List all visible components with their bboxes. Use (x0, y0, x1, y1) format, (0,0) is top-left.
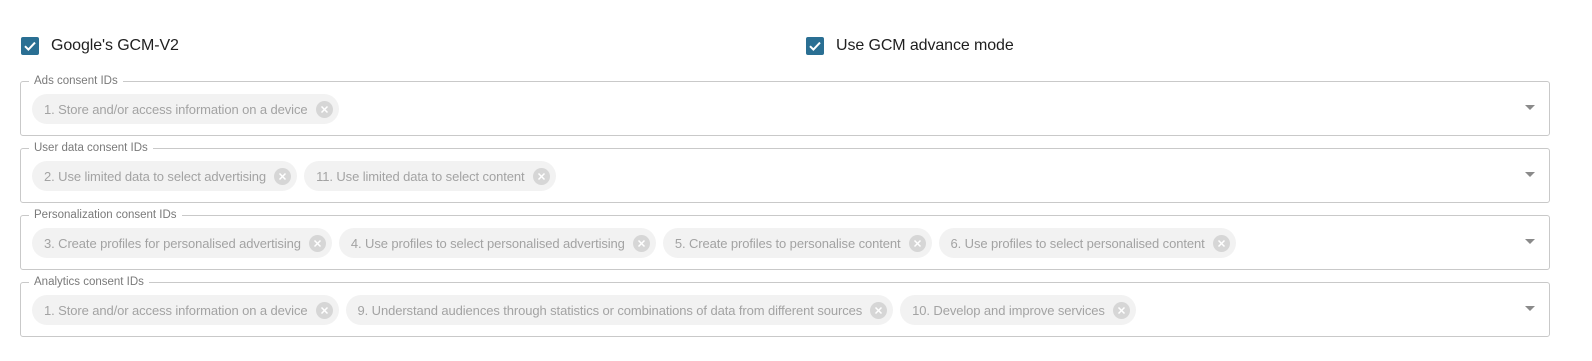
consent-chip-label: 9. Understand audiences through statisti… (357, 302, 863, 318)
ads-consent-chips: 1. Store and/or access information on a … (32, 94, 339, 124)
check-icon[interactable] (806, 37, 824, 55)
user-data-consent-chips: 2. Use limited data to select advertisin… (32, 161, 556, 191)
consent-chip-label: 1. Store and/or access information on a … (44, 101, 308, 117)
user-data-consent-legend: User data consent IDs (29, 141, 153, 155)
personalization-consent-chips: 3. Create profiles for personalised adve… (32, 228, 1236, 258)
consent-chip-label: 4. Use profiles to select personalised a… (350, 235, 625, 251)
consent-chip: 1. Store and/or access information on a … (32, 94, 339, 124)
gcm-options-row: Google's GCM-V2 Use GCM advance mode (21, 36, 1581, 56)
consent-chip: 3. Create profiles for personalised adve… (32, 228, 332, 258)
consent-chip-label: 2. Use limited data to select advertisin… (44, 168, 267, 184)
analytics-consent-chips: 1. Store and/or access information on a … (32, 295, 1136, 325)
chevron-down-icon[interactable] (1525, 306, 1535, 311)
chevron-down-icon[interactable] (1525, 239, 1535, 244)
consent-chip-label: 10. Develop and improve services (912, 302, 1105, 318)
gcm-v2-label: Google's GCM-V2 (51, 37, 179, 54)
gcm-advance-mode-checkbox[interactable]: Use GCM advance mode (806, 36, 1014, 56)
close-circle-icon[interactable] (274, 167, 292, 185)
consent-chip: 6. Use profiles to select personalised c… (938, 228, 1236, 258)
close-circle-icon[interactable] (1112, 301, 1130, 319)
consent-chip: 5. Create profiles to personalise conten… (662, 228, 932, 258)
analytics-consent-legend: Analytics consent IDs (29, 275, 149, 289)
consent-chip-label: 5. Create profiles to personalise conten… (674, 235, 901, 251)
gcm-advance-mode-label: Use GCM advance mode (836, 37, 1014, 54)
close-circle-icon[interactable] (532, 167, 550, 185)
analytics-consent-select[interactable]: Analytics consent IDs 1. Store and/or ac… (20, 275, 1550, 337)
gcm-v2-checkbox[interactable]: Google's GCM-V2 (21, 36, 179, 56)
close-circle-icon[interactable] (1212, 234, 1230, 252)
consent-chip-label: 11. Use limited data to select content (316, 168, 525, 184)
close-circle-icon[interactable] (308, 234, 326, 252)
close-circle-icon[interactable] (870, 301, 888, 319)
check-icon[interactable] (21, 37, 39, 55)
ads-consent-legend: Ads consent IDs (29, 74, 123, 88)
close-circle-icon[interactable] (315, 100, 333, 118)
consent-chip-label: 3. Create profiles for personalised adve… (44, 235, 301, 251)
consent-chip: 2. Use limited data to select advertisin… (32, 161, 298, 191)
close-circle-icon[interactable] (908, 234, 926, 252)
chevron-down-icon[interactable] (1525, 172, 1535, 177)
close-circle-icon[interactable] (632, 234, 650, 252)
personalization-consent-legend: Personalization consent IDs (29, 208, 182, 222)
consent-chip-label: 6. Use profiles to select personalised c… (950, 235, 1205, 251)
user-data-consent-select[interactable]: User data consent IDs 2. Use limited dat… (20, 141, 1550, 203)
consent-chip: 1. Store and/or access information on a … (32, 295, 339, 325)
chevron-down-icon[interactable] (1525, 105, 1535, 110)
close-circle-icon[interactable] (315, 301, 333, 319)
consent-chip-label: 1. Store and/or access information on a … (44, 302, 308, 318)
ads-consent-select[interactable]: Ads consent IDs 1. Store and/or access i… (20, 74, 1550, 136)
personalization-consent-select[interactable]: Personalization consent IDs 3. Create pr… (20, 208, 1550, 270)
consent-chip: 10. Develop and improve services (900, 295, 1136, 325)
consent-chip: 9. Understand audiences through statisti… (345, 295, 894, 325)
consent-chip: 11. Use limited data to select content (304, 161, 556, 191)
consent-chip: 4. Use profiles to select personalised a… (338, 228, 656, 258)
